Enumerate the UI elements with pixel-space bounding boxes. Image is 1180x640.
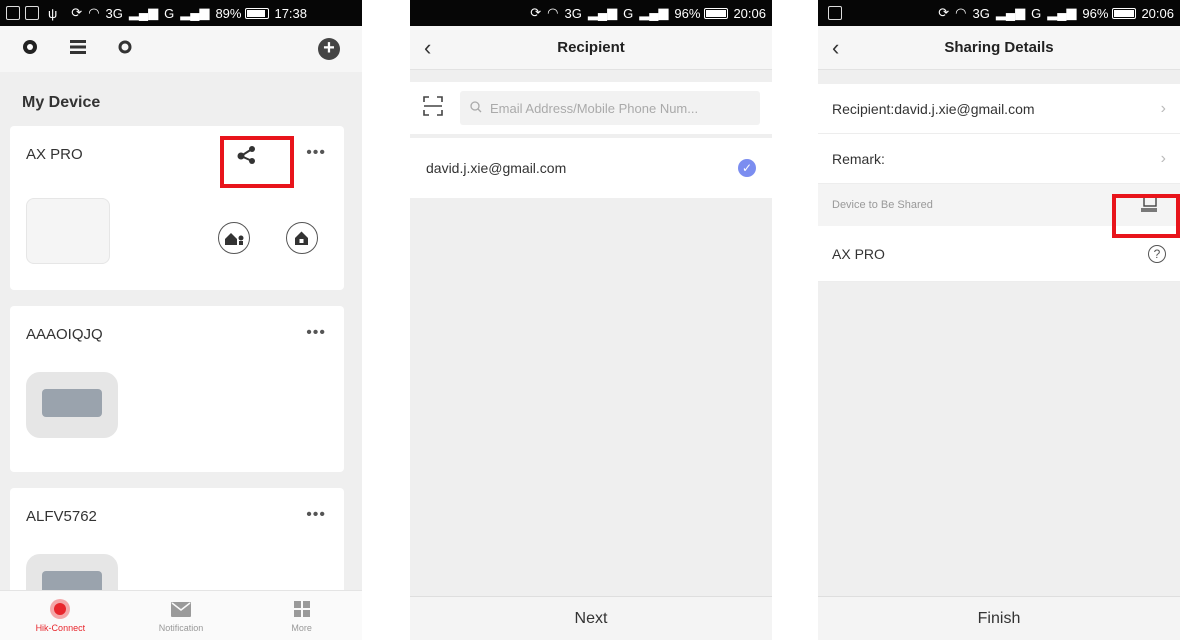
bottom-tab-bar: Hik-Connect Notification More	[0, 590, 362, 640]
recipient-label: Recipient:david.j.xie@gmail.com	[832, 100, 1035, 117]
battery-percent: 89%	[215, 5, 242, 21]
sync-icon: ⟳	[938, 5, 950, 20]
scan-qr-icon[interactable]	[422, 95, 448, 121]
finish-button[interactable]: Finish	[818, 596, 1180, 640]
section-label: Device to Be Shared	[832, 199, 933, 211]
network-type-2: G	[623, 5, 634, 21]
network-type-2: G	[1031, 5, 1042, 21]
chevron-right-icon: ›	[1160, 99, 1166, 117]
wifi-icon: ◠	[547, 5, 559, 20]
signal-icon: ▂▄▆	[995, 5, 1026, 20]
device-name: ALFV5762	[26, 508, 97, 525]
network-type: 3G	[105, 5, 123, 21]
recipient-search-row: Email Address/Mobile Phone Num...	[410, 82, 772, 134]
tab-label: More	[291, 623, 312, 633]
recipient-email: david.j.xie@gmail.com	[426, 160, 567, 176]
tab-hik-connect[interactable]: Hik-Connect	[0, 591, 121, 640]
grid-icon	[293, 598, 310, 620]
highlight-share-box	[220, 136, 294, 188]
device-card[interactable]: AAAOIQJQ •••	[10, 306, 344, 472]
clock: 17:38	[274, 5, 308, 21]
search-icon[interactable]	[118, 40, 132, 59]
envelope-icon	[171, 598, 191, 620]
device-list-screen: ψ ⟳ ◠ 3G ▂▄▆ G ▂▄▆ 89% 17:38 + My Device…	[0, 0, 362, 640]
next-button[interactable]: Next	[410, 596, 772, 640]
hik-connect-icon	[49, 598, 71, 620]
signal-icon: ▂▄▆	[639, 5, 669, 20]
more-button[interactable]: •••	[306, 145, 326, 161]
status-bar: ψ ⟳ ◠ 3G ▂▄▆ G ▂▄▆ 89% 17:38	[0, 0, 362, 26]
device-image	[26, 198, 110, 264]
status-bar: ⟳ ◠ 3G ▂▄▆ G ▂▄▆ 96% 20:06	[818, 0, 1180, 26]
away-arm-button[interactable]	[218, 222, 250, 254]
notification-icon	[6, 6, 20, 20]
network-type-2: G	[164, 5, 175, 21]
network-type: 3G	[564, 5, 582, 21]
network-type: 3G	[972, 5, 990, 21]
recipient-search-input[interactable]: Email Address/Mobile Phone Num...	[460, 91, 760, 125]
sync-icon: ⟳	[71, 5, 83, 20]
help-icon[interactable]: ?	[1148, 244, 1166, 263]
search-icon	[470, 100, 482, 116]
battery-icon	[1112, 7, 1137, 19]
more-button[interactable]: •••	[306, 507, 326, 523]
battery-icon	[245, 7, 270, 19]
wifi-icon: ◠	[88, 5, 100, 20]
nav-bar: ‹ Sharing Details	[818, 26, 1180, 70]
notification-icon	[828, 6, 842, 20]
signal-icon: ▂▄▆	[587, 5, 618, 20]
tab-label: Hik-Connect	[35, 623, 86, 633]
recipient-screen: ⟳ ◠ 3G ▂▄▆ G ▂▄▆ 96% 20:06 ‹ Recipient E…	[410, 0, 772, 640]
tab-label: Notification	[158, 623, 204, 633]
top-toolbar: +	[0, 26, 362, 72]
status-bar: ⟳ ◠ 3G ▂▄▆ G ▂▄▆ 96% 20:06	[410, 0, 772, 26]
device-name: AX PRO	[26, 146, 83, 163]
device-card[interactable]: ALFV5762 •••	[10, 488, 344, 599]
battery-percent: 96%	[1082, 5, 1109, 21]
sharing-details-list: Recipient:david.j.xie@gmail.com › Remark…	[818, 84, 1180, 282]
search-placeholder: Email Address/Mobile Phone Num...	[490, 100, 699, 116]
clock: 20:06	[1141, 5, 1174, 21]
wifi-icon: ◠	[955, 5, 967, 20]
remark-label: Remark:	[832, 150, 885, 167]
camera-icon[interactable]	[22, 39, 38, 60]
back-icon[interactable]: ‹	[424, 26, 431, 70]
recipient-result-row[interactable]: david.j.xie@gmail.com ✓	[410, 138, 772, 198]
sync-icon: ⟳	[530, 5, 542, 20]
signal-icon: ▂▄▆	[180, 5, 210, 20]
page-title: Sharing Details	[944, 39, 1054, 56]
usb-icon: ψ	[48, 5, 58, 21]
tab-notification[interactable]: Notification	[121, 591, 242, 640]
chevron-right-icon: ›	[1160, 149, 1166, 167]
section-title: My Device	[22, 94, 101, 111]
stay-arm-button[interactable]	[286, 222, 318, 254]
notification-icon	[25, 6, 39, 20]
highlight-select-box	[1112, 194, 1180, 238]
clock: 20:06	[733, 5, 766, 21]
device-name: AX PRO	[832, 245, 885, 262]
sharing-details-screen: ⟳ ◠ 3G ▂▄▆ G ▂▄▆ 96% 20:06 ‹ Sharing Det…	[818, 0, 1180, 640]
page-title: Recipient	[557, 39, 625, 56]
remark-row[interactable]: Remark: ›	[818, 134, 1180, 184]
recipient-row[interactable]: Recipient:david.j.xie@gmail.com ›	[818, 84, 1180, 134]
list-icon[interactable]	[70, 39, 86, 59]
signal-icon: ▂▄▆	[128, 5, 159, 20]
nav-bar: ‹ Recipient	[410, 26, 772, 70]
device-name: AAAOIQJQ	[26, 326, 103, 343]
tab-more[interactable]: More	[241, 591, 362, 640]
back-icon[interactable]: ‹	[832, 26, 839, 70]
battery-percent: 96%	[674, 5, 701, 21]
device-image	[26, 372, 118, 438]
signal-icon: ▂▄▆	[1047, 5, 1077, 20]
battery-icon	[704, 7, 729, 19]
check-icon: ✓	[738, 159, 756, 177]
more-button[interactable]: •••	[306, 325, 326, 341]
add-device-button[interactable]: +	[318, 38, 340, 60]
